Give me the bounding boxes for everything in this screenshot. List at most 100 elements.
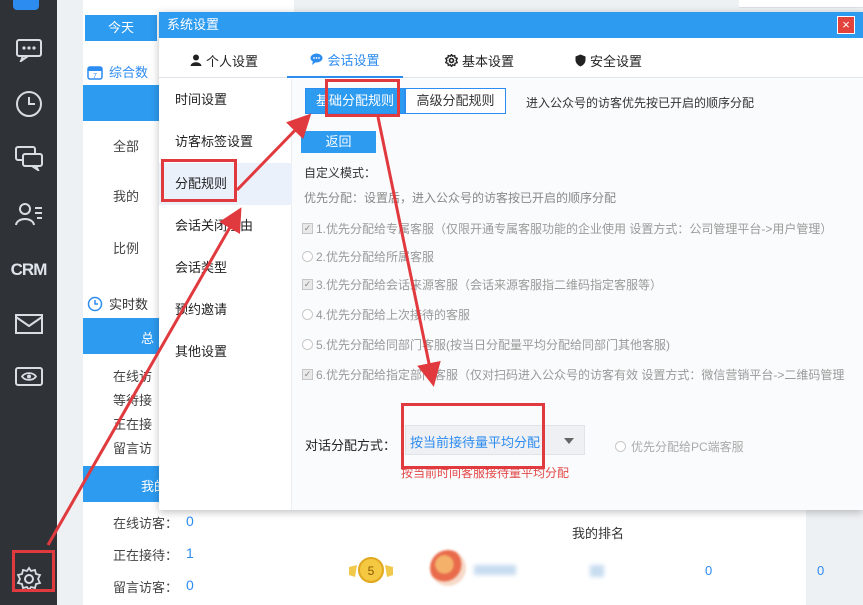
back-button[interactable]: 返回: [301, 131, 376, 153]
rank-value-2: 0: [817, 563, 825, 578]
ranking-panel: [259, 500, 806, 605]
ranking-title: 我的排名: [572, 526, 625, 541]
priority-note: 优先分配：设置后，进入公众号的访客按已开启的顺序分配: [304, 191, 617, 205]
crm-icon[interactable]: CRM: [0, 248, 57, 292]
sidebar-item-close-reason[interactable]: 会话关闭理由: [159, 205, 292, 247]
option-source-agent[interactable]: ✓ 3.优先分配给会话来源客服（会话来源客服指二维码指定客服等）: [302, 276, 662, 293]
checkbox[interactable]: ✓: [302, 279, 313, 290]
option-exclusive-agent[interactable]: ✓ 1.优先分配给专属客服（仅限开通专属客服功能的企业使用 设置方式：公司管理平台…: [302, 220, 832, 237]
highlight-basic-rules: [325, 79, 400, 117]
crm-label: CRM: [10, 260, 48, 279]
radio[interactable]: [615, 441, 626, 452]
blurred-name: [474, 565, 516, 575]
subtab-note: 进入公众号的访客优先按已开启的顺序分配: [526, 96, 755, 110]
option-text: 4.优先分配给上次接待的客服: [316, 308, 471, 322]
shield-icon: [575, 54, 586, 66]
tab-personal[interactable]: 个人设置: [190, 42, 258, 78]
sidebar-item-visitor-tags[interactable]: 访客标签设置: [159, 121, 292, 163]
radio[interactable]: [302, 309, 313, 320]
tab-basic[interactable]: 基本设置: [445, 42, 514, 78]
realtime-title: 实时数: [87, 294, 148, 313]
chevron-down-icon: [564, 438, 574, 444]
calendar-icon: 7: [87, 65, 103, 80]
rank-value-1: 0: [705, 563, 713, 578]
row-serving: 正在接: [113, 417, 153, 432]
checkbox[interactable]: ✓: [302, 369, 313, 380]
row-ratio: 比例: [113, 241, 140, 256]
settings-tabs: 个人设置 会话设置 基本设置 安全设置: [159, 42, 863, 78]
sidebar-item-session-type[interactable]: 会话类型: [159, 247, 292, 289]
option-same-dept[interactable]: 5.优先分配给同部门客服(按当日分配量平均分配给同部门其他客服): [302, 336, 670, 353]
option-text: 6.优先分配给指定部门客服（仅对扫码进入公众号的访客有效 设置方式：微信营销平台…: [316, 368, 845, 382]
mail-icon[interactable]: [0, 302, 57, 346]
option-text: 1.优先分配给专属客服（仅限开通专属客服功能的企业使用 设置方式：公司管理平台-…: [316, 222, 833, 236]
stat-label: 在线访客：: [113, 516, 179, 531]
svg-text:7: 7: [93, 73, 97, 80]
tab-today[interactable]: 今天: [85, 15, 157, 41]
row-mine: 我的: [113, 189, 140, 204]
app-rail: CRM: [0, 0, 57, 605]
overview-title-text: 综合数: [109, 65, 149, 80]
radio[interactable]: [302, 339, 313, 350]
stat-online: 在线访客： 0: [113, 513, 194, 532]
row-all: 全部: [113, 139, 140, 154]
stat-value: 0: [186, 577, 194, 593]
row-message: 留言访: [113, 441, 153, 456]
blurred-value: [590, 565, 604, 577]
rank-number: 5: [368, 564, 375, 578]
option-text: 2.优先分配给所属客服: [316, 250, 435, 264]
highlight-assign-mode: [401, 403, 545, 469]
settings-sidebar: 时间设置 访客标签设置 分配规则 会话关闭理由 会话类型 预约邀请 其他设置: [159, 79, 292, 510]
sidebar-item-appointment[interactable]: 预约邀请: [159, 289, 292, 331]
highlight-settings: [12, 550, 55, 592]
close-icon[interactable]: ×: [837, 16, 855, 34]
option-specified-dept[interactable]: ✓ 6.优先分配给指定部门客服（仅对扫码进入公众号的访客有效 设置方式：微信营销平…: [302, 366, 844, 383]
checkbox[interactable]: ✓: [302, 223, 313, 234]
total-bar-label: 总: [141, 331, 155, 346]
option-text: 5.优先分配给同部门客服(按当日分配量平均分配给同部门其他客服): [316, 338, 671, 352]
pc-priority-option[interactable]: 优先分配给PC端客服: [615, 438, 744, 455]
tab-session[interactable]: 会话设置: [287, 42, 403, 78]
settings-content: 基础分配规则 高级分配规则 进入公众号的访客优先按已开启的顺序分配 返回 自定义…: [292, 79, 863, 510]
row-online: 在线访: [113, 369, 153, 384]
assign-mode-label: 对话分配方式：: [305, 438, 397, 453]
stat-value: 0: [186, 513, 194, 529]
top-strip: [739, 0, 863, 8]
row-waiting: 等待接: [113, 393, 153, 408]
tab-basic-label: 基本设置: [462, 53, 515, 69]
option-own-agent[interactable]: 2.优先分配给所属客服: [302, 248, 434, 265]
clock-icon[interactable]: [0, 82, 57, 126]
stat-serving: 正在接待： 1: [113, 545, 194, 564]
highlight-assign-rules: [161, 159, 237, 202]
stat-label: 正在接待：: [113, 548, 179, 563]
radio[interactable]: [302, 251, 313, 262]
option-text: 3.优先分配给会话来源客服（会话来源客服指二维码指定客服等）: [316, 278, 663, 292]
custom-mode-label: 自定义模式：: [304, 166, 377, 180]
tab-security[interactable]: 安全设置: [575, 42, 642, 78]
avatar: [430, 550, 466, 586]
tab-personal-label: 个人设置: [206, 53, 259, 69]
realtime-title-text: 实时数: [109, 297, 149, 312]
gear-icon: [445, 53, 458, 67]
chat-bubble-icon: [310, 53, 323, 65]
overview-title: 7 综合数: [87, 62, 148, 81]
sidebar-item-time[interactable]: 时间设置: [159, 79, 292, 121]
conversation-icon[interactable]: [0, 136, 57, 180]
stat-label: 留言访客：: [113, 580, 179, 595]
dialog-title: 系统设置: [167, 17, 220, 32]
tab-session-label: 会话设置: [327, 52, 380, 68]
timer-icon: [87, 296, 103, 311]
option-last-agent[interactable]: 4.优先分配给上次接待的客服: [302, 306, 470, 323]
tab-security-label: 安全设置: [590, 53, 643, 69]
subtab-advanced-rules[interactable]: 高级分配规则: [405, 88, 506, 114]
sidebar-item-other[interactable]: 其他设置: [159, 331, 292, 373]
logo-icon: [13, 0, 39, 10]
contacts-icon[interactable]: [0, 192, 57, 236]
pc-priority-label: 优先分配给PC端客服: [631, 440, 744, 454]
user-icon: [190, 54, 202, 66]
stat-value: 1: [186, 545, 194, 561]
eye-icon[interactable]: [0, 356, 57, 400]
stat-message: 留言访客： 0: [113, 577, 194, 596]
medal-icon: 5: [349, 557, 393, 583]
chat-icon[interactable]: [0, 28, 57, 72]
